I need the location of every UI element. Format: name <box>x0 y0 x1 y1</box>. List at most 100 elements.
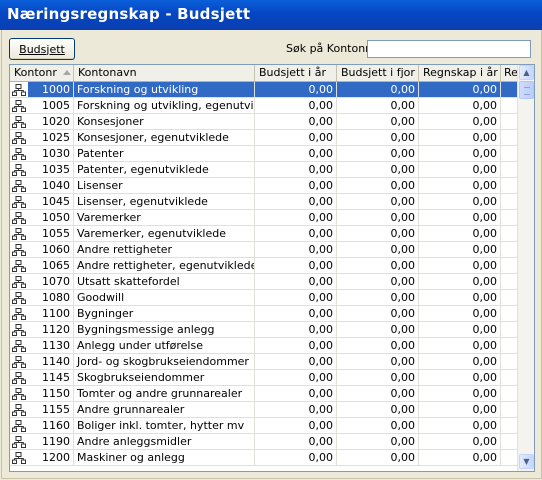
account-number: 1070 <box>28 274 74 289</box>
table-row[interactable]: 1025 Konsesjoner, egenutviklede 0,00 0,0… <box>10 130 517 146</box>
table-row[interactable]: 1160 Boliger inkl. tomter, hytter mv 0,0… <box>10 418 517 434</box>
budget-this-year: 0,00 <box>255 418 337 433</box>
budget-this-year: 0,00 <box>255 210 337 225</box>
table-row[interactable]: 1030 Patenter 0,00 0,00 0,00 <box>10 146 517 162</box>
account-icon <box>10 130 28 145</box>
table-row[interactable]: 1000 Forskning og utvikling 0,00 0,00 0,… <box>10 82 517 98</box>
accounts-this-year: 0,00 <box>419 306 501 321</box>
table-row[interactable]: 1055 Varemerker, egenutviklede 0,00 0,00… <box>10 226 517 242</box>
accounts-this-year: 0,00 <box>419 242 501 257</box>
column-header-kontonavn[interactable]: Kontonavn <box>74 65 255 81</box>
account-name: Forskning og utvikling, egenutviklet <box>74 98 255 113</box>
budget-last-year: 0,00 <box>337 226 419 241</box>
account-number: 1190 <box>28 434 74 449</box>
search-input[interactable] <box>367 40 531 58</box>
re-cell <box>501 450 517 465</box>
budget-last-year: 0,00 <box>337 146 419 161</box>
scroll-thumb[interactable] <box>519 81 534 99</box>
account-number: 1145 <box>28 370 74 385</box>
table-row[interactable]: 1035 Patenter, egenutviklede 0,00 0,00 0… <box>10 162 517 178</box>
table-row[interactable]: 1040 Lisenser 0,00 0,00 0,00 <box>10 178 517 194</box>
vertical-scrollbar[interactable]: ▲ ▼ <box>517 65 534 471</box>
accounts-this-year: 0,00 <box>419 370 501 385</box>
column-header-re[interactable]: Re <box>501 65 517 81</box>
search-label: Søk på Kontonr: <box>286 42 374 55</box>
account-number: 1040 <box>28 178 74 193</box>
account-icon <box>10 338 28 353</box>
re-cell <box>501 354 517 369</box>
accounts-this-year: 0,00 <box>419 114 501 129</box>
account-name: Lisenser <box>74 178 255 193</box>
account-tree-icon <box>12 163 26 176</box>
account-name: Bygninger <box>74 306 255 321</box>
account-number: 1050 <box>28 210 74 225</box>
account-tree-icon <box>12 419 26 432</box>
account-tree-icon <box>12 211 26 224</box>
budget-this-year: 0,00 <box>255 274 337 289</box>
budget-last-year: 0,00 <box>337 82 419 97</box>
table-row[interactable]: 1020 Konsesjoner 0,00 0,00 0,00 <box>10 114 517 130</box>
accounts-this-year: 0,00 <box>419 258 501 273</box>
window-title: Næringsregnskap - Budsjett <box>7 5 251 23</box>
accounts-this-year: 0,00 <box>419 322 501 337</box>
accounts-this-year: 0,00 <box>419 194 501 209</box>
budget-last-year: 0,00 <box>337 322 419 337</box>
account-icon <box>10 418 28 433</box>
table-row[interactable]: 1045 Lisenser, egenutviklede 0,00 0,00 0… <box>10 194 517 210</box>
account-tree-icon <box>12 147 26 160</box>
budget-last-year: 0,00 <box>337 354 419 369</box>
table-row[interactable]: 1150 Tomter og andre grunnarealer 0,00 0… <box>10 386 517 402</box>
budget-button[interactable]: Budsjett <box>9 38 75 60</box>
re-cell <box>501 402 517 417</box>
budget-last-year: 0,00 <box>337 370 419 385</box>
accounts-this-year: 0,00 <box>419 162 501 177</box>
table-row[interactable]: 1140 Jord- og skogbrukseiendommer 0,00 0… <box>10 354 517 370</box>
table-row[interactable]: 1100 Bygninger 0,00 0,00 0,00 <box>10 306 517 322</box>
re-cell <box>501 98 517 113</box>
table-row[interactable]: 1120 Bygningsmessige anlegg 0,00 0,00 0,… <box>10 322 517 338</box>
budget-this-year: 0,00 <box>255 242 337 257</box>
account-name: Patenter <box>74 146 255 161</box>
table-row[interactable]: 1065 Andre rettigheter, egenutviklede 0,… <box>10 258 517 274</box>
column-header-budsjett-i-ar[interactable]: Budsjett i år <box>255 65 337 81</box>
sort-ascending-icon <box>63 70 71 75</box>
budget-this-year: 0,00 <box>255 130 337 145</box>
scroll-up-icon[interactable]: ▲ <box>519 65 534 80</box>
account-name: Andre grunnarealer <box>74 402 255 417</box>
table-row[interactable]: 1005 Forskning og utvikling, egenutvikle… <box>10 98 517 114</box>
table-row[interactable]: 1080 Goodwill 0,00 0,00 0,00 <box>10 290 517 306</box>
column-header-kontonr[interactable]: Kontonr <box>10 65 74 81</box>
table-body: 1000 Forskning og utvikling 0,00 0,00 0,… <box>10 82 517 466</box>
title-bar: Næringsregnskap - Budsjett <box>0 0 542 30</box>
budget-this-year: 0,00 <box>255 290 337 305</box>
account-icon <box>10 354 28 369</box>
re-cell <box>501 370 517 385</box>
scroll-down-icon[interactable]: ▼ <box>519 454 534 469</box>
column-header-regnskap-i-ar[interactable]: Regnskap i år <box>419 65 501 81</box>
table-row[interactable]: 1200 Maskiner og anlegg 0,00 0,00 0,00 <box>10 450 517 466</box>
budget-last-year: 0,00 <box>337 290 419 305</box>
table-header: Kontonr Kontonavn Budsjett i år Budsjett… <box>10 65 517 82</box>
table-row[interactable]: 1190 Andre anleggsmidler 0,00 0,00 0,00 <box>10 434 517 450</box>
budget-last-year: 0,00 <box>337 386 419 401</box>
accounts-this-year: 0,00 <box>419 338 501 353</box>
table-row[interactable]: 1130 Anlegg under utførelse 0,00 0,00 0,… <box>10 338 517 354</box>
budget-last-year: 0,00 <box>337 434 419 449</box>
table-row[interactable]: 1050 Varemerker 0,00 0,00 0,00 <box>10 210 517 226</box>
re-cell <box>501 418 517 433</box>
column-header-budsjett-i-fjor[interactable]: Budsjett i fjor <box>337 65 419 81</box>
re-cell <box>501 210 517 225</box>
account-name: Jord- og skogbrukseiendommer <box>74 354 255 369</box>
re-cell <box>501 146 517 161</box>
table-row[interactable]: 1155 Andre grunnarealer 0,00 0,00 0,00 <box>10 402 517 418</box>
budget-this-year: 0,00 <box>255 370 337 385</box>
account-name: Maskiner og anlegg <box>74 450 255 465</box>
budget-last-year: 0,00 <box>337 274 419 289</box>
table-row[interactable]: 1070 Utsatt skattefordel 0,00 0,00 0,00 <box>10 274 517 290</box>
account-icon <box>10 370 28 385</box>
account-number: 1045 <box>28 194 74 209</box>
accounts-this-year: 0,00 <box>419 178 501 193</box>
table-row[interactable]: 1060 Andre rettigheter 0,00 0,00 0,00 <box>10 242 517 258</box>
account-tree-icon <box>12 195 26 208</box>
table-row[interactable]: 1145 Skogbrukseiendommer 0,00 0,00 0,00 <box>10 370 517 386</box>
